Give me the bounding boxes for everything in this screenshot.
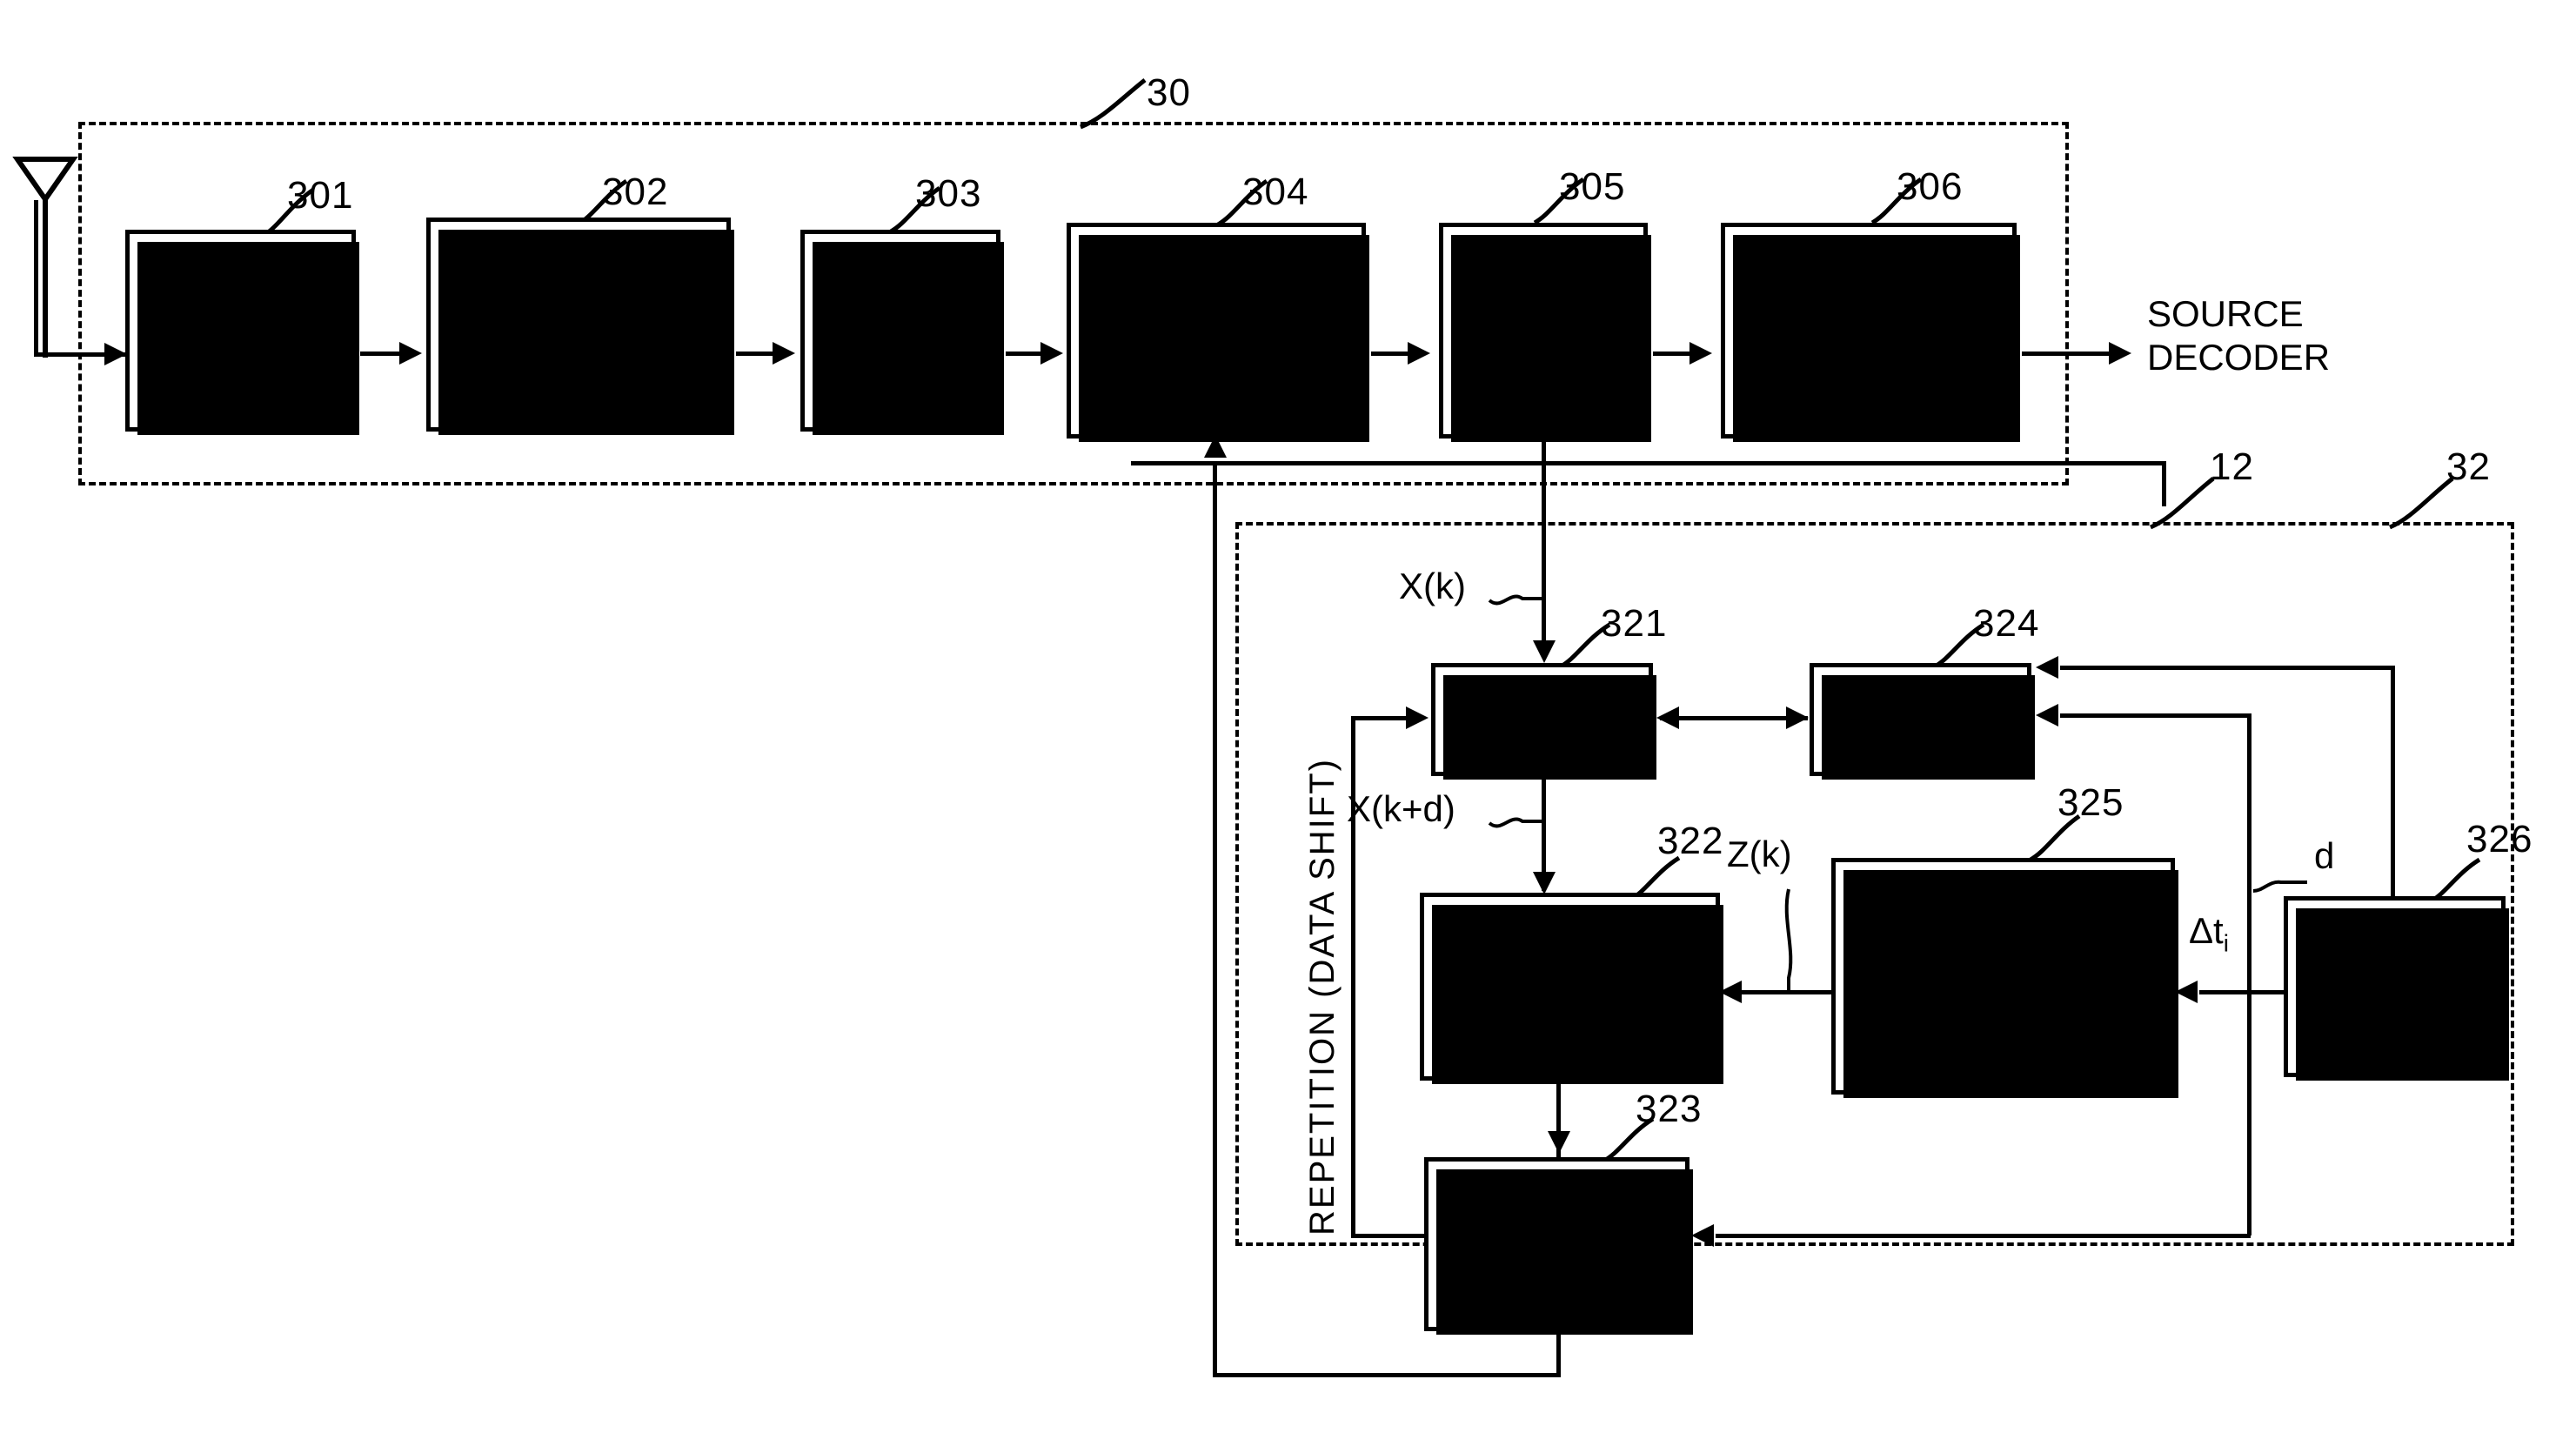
sync-left-rail-to-register — [1351, 716, 1412, 720]
link-302-303-arrow — [773, 342, 795, 365]
link-controller-to-max-detector — [1716, 1234, 2251, 1238]
link-correlation-to-max-detector-arrow — [1548, 1131, 1570, 1154]
ref-32: 32 — [2446, 445, 2491, 488]
controller-to-counter-d — [2060, 713, 2251, 718]
ref-12-bracket-top — [1131, 461, 2166, 465]
ref-305: 305 — [1559, 165, 1626, 208]
block-frequency-corrector-label: FREQUENCY CORRECTOR — [1105, 291, 1328, 369]
ref-325: 325 — [2057, 781, 2124, 824]
block-maximum-value-detector[interactable]: MAXIMUM VALUE DETECTOR — [1424, 1157, 1693, 1335]
signal-xkd-leader — [1488, 817, 1543, 828]
link-306-source-decoder — [2022, 352, 2118, 356]
feedback-bottom-horizontal — [1213, 1373, 1561, 1377]
ref-306: 306 — [1897, 165, 1964, 208]
block-rf-receiver-label: RF RECEIVER — [151, 291, 330, 369]
xk-path-from-fft — [1542, 439, 1546, 656]
ref-302: 302 — [602, 171, 669, 213]
controller-to-counter-upper — [2060, 666, 2395, 670]
signal-xk-label: X(k) — [1399, 566, 1466, 606]
block-counter-label: COUNTER — [1832, 700, 2009, 739]
sync-left-rail-register-arrow — [1406, 706, 1429, 729]
link-register-counter-arrow-right — [1786, 706, 1809, 729]
patent-figure-canvas: 30 RF RECEIVER 301 ANALOG−TO −DIGITAL CO… — [0, 0, 2576, 1453]
block-reference-symbol-predistortion-label: REFERENCE SYMBOL PREDISTORTION PORTION — [1868, 901, 2138, 1049]
source-decoder-label: SOURCE DECODER — [2147, 293, 2331, 378]
controller-to-counter-upper-arrow — [2036, 656, 2058, 679]
ref-12: 12 — [2210, 445, 2254, 488]
block-iq-filter[interactable]: IQ FILTER — [800, 230, 1004, 435]
link-301-302-arrow — [399, 342, 422, 365]
block-maximum-value-detector-label: MAXIMUM VALUE DETECTOR — [1464, 1187, 1649, 1302]
ref-324: 324 — [1973, 602, 2040, 645]
block-register-label: REGISTER — [1451, 700, 1633, 739]
controller-d-vertical — [2247, 713, 2251, 1235]
block-adc-label: ANALOG−TO −DIGITAL CONVERTER — [470, 266, 687, 383]
signal-delta-t-main: Δt — [2189, 910, 2224, 951]
signal-xk-leader — [1488, 594, 1543, 606]
ref-322: 322 — [1657, 820, 1724, 862]
block-register[interactable]: REGISTER — [1431, 663, 1656, 780]
block-viterbi-decoder[interactable]: VITERBI DECODER — [1721, 223, 2020, 442]
link-303-304-arrow — [1040, 342, 1063, 365]
ref-304: 304 — [1242, 171, 1309, 213]
signal-delta-t-label: Δti — [2189, 910, 2229, 957]
block-reference-symbol-predistortion-portion[interactable]: REFERENCE SYMBOL PREDISTORTION PORTION — [1831, 858, 2178, 1098]
sync-left-rail-vertical — [1351, 716, 1355, 1238]
link-306-source-decoder-arrow — [2109, 342, 2131, 365]
signal-d-label: d — [2314, 835, 2335, 876]
ref-30: 30 — [1147, 71, 1191, 114]
antenna-feed-vertical — [34, 200, 38, 357]
block-counter[interactable]: COUNTER — [1810, 663, 2035, 780]
block-fft-unit[interactable]: FFT UNIT — [1439, 223, 1651, 442]
link-305-306-arrow — [1689, 342, 1712, 365]
block-controller[interactable]: CON− TROLLER — [2284, 896, 2509, 1081]
link-304-305-arrow — [1408, 342, 1430, 365]
block-fft-unit-label: FFT UNIT — [1502, 291, 1584, 369]
link-register-counter-arrow-left — [1656, 706, 1679, 729]
block-viterbi-decoder-label: VITERBI DECODER — [1782, 291, 1956, 369]
controller-to-counter-d-arrow — [2036, 704, 2058, 726]
repetition-data-shift-label: REPETITION (DATA SHIFT) — [1303, 758, 1342, 1235]
block-frequency-corrector[interactable]: FREQUENCY CORRECTOR — [1067, 223, 1369, 442]
xkd-arrow-into-correlation — [1533, 872, 1556, 894]
ref-303: 303 — [915, 172, 982, 215]
sync-left-rail-to-max-detector — [1351, 1234, 1431, 1238]
block-controller-label: CON− TROLLER — [2312, 947, 2477, 1026]
ref-323: 323 — [1636, 1088, 1703, 1130]
ref-301: 301 — [287, 174, 354, 217]
block-parital-correlation-label: PARITAL CORRELATION PORTION — [1449, 929, 1691, 1044]
feedback-up-to-frequency-corrector — [1213, 461, 1217, 1376]
signal-delta-t-sub: i — [2223, 929, 2229, 957]
block-rf-receiver[interactable]: RF RECEIVER — [125, 230, 359, 435]
block-iq-filter-label: IQ FILTER — [841, 291, 960, 369]
block-analog-to-digital-converter[interactable]: ANALOG−TO −DIGITAL CONVERTER — [426, 218, 734, 435]
ref-321: 321 — [1601, 602, 1668, 645]
block-parital-correlation-portion[interactable]: PARITAL CORRELATION PORTION — [1420, 893, 1723, 1084]
xk-arrow-into-register — [1533, 640, 1556, 663]
signal-zk-leader — [1784, 888, 1793, 992]
link-controller-to-max-detector-arrow — [1691, 1224, 1714, 1247]
signal-zk-label: Z(k) — [1727, 834, 1792, 874]
signal-xkd-label: X(k+d) — [1347, 788, 1455, 829]
ref-326: 326 — [2466, 818, 2533, 860]
